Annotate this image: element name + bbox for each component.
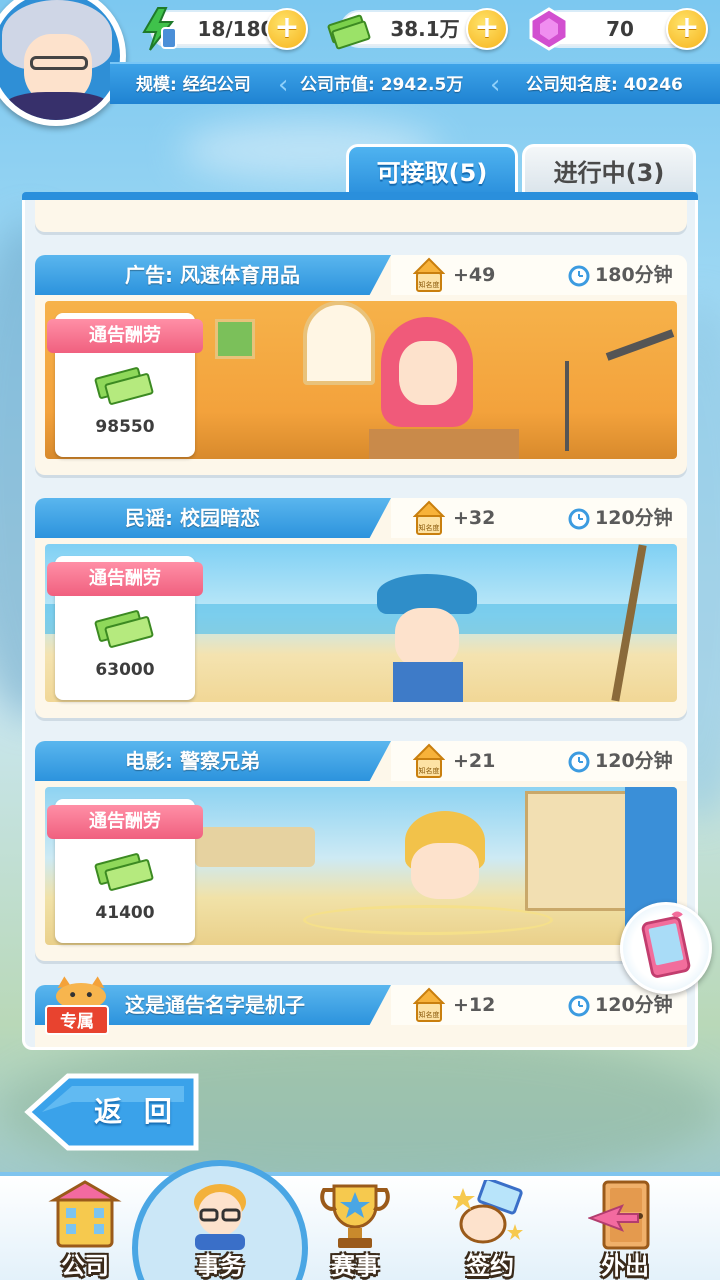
nav-affairs-label: 事务 (196, 1252, 244, 1280)
building-icon (48, 1180, 122, 1248)
phone-button[interactable] (620, 902, 712, 994)
contract-hand-icon (453, 1180, 523, 1244)
separator: ‹ (278, 70, 289, 100)
tab-available[interactable]: 可接取(5) (346, 144, 518, 196)
fame-house-icon: 知名度 (413, 257, 445, 292)
reward-amount: 41400 (95, 903, 155, 923)
company-scale: 规模: 经纪公司 (136, 75, 251, 95)
job-meta: 知名度 +12 120分钟 (391, 985, 687, 1025)
nav-outing[interactable]: 外出 (570, 1176, 680, 1280)
nav-company-label: 公司 (61, 1252, 109, 1280)
nav-sign-label: 签约 (466, 1252, 514, 1280)
nav-events[interactable]: 赛事 (300, 1176, 410, 1280)
reward-label: 通告酬劳 (47, 319, 203, 353)
svg-text:知名度: 知名度 (419, 1010, 440, 1019)
exclusive-badge: 专属 (45, 975, 117, 1039)
back-button[interactable]: 返 回 (24, 1072, 200, 1152)
list-item[interactable]: 民谣: 校园暗恋 知名度 +32 120分钟 通告酬劳 63000 (35, 498, 687, 718)
energy-counter: 18/180 + (142, 7, 308, 51)
fame-house-icon: 知名度 (413, 500, 445, 535)
svg-text:知名度: 知名度 (419, 523, 440, 532)
avatar[interactable] (0, 0, 126, 126)
reward-amount: 63000 (95, 660, 155, 680)
fame-house-icon: 知名度 (413, 743, 445, 778)
job-duration: 180分钟 (595, 264, 673, 286)
fame-gain: +21 (453, 750, 496, 772)
door-icon (588, 1180, 650, 1250)
svg-text:知名度: 知名度 (419, 280, 440, 289)
reward-box: 通告酬劳 98550 (47, 313, 203, 457)
add-energy-button[interactable]: + (266, 8, 308, 50)
money-counter: 38.1万 + (327, 8, 508, 50)
job-meta: 知名度 +21 120分钟 (391, 741, 687, 781)
tab-in-progress[interactable]: 进行中(3) (522, 144, 696, 196)
fame-gain: +49 (453, 264, 496, 286)
add-money-button[interactable]: + (466, 8, 508, 50)
trophy-icon (320, 1184, 390, 1248)
job-list[interactable]: 广告: 风速体育用品 知名度 +49 180分钟 通告酬劳 98550 民谣: … (22, 200, 698, 1050)
job-title: 这是通告名字是机子 (125, 993, 305, 1017)
job-title: 广告: 风速体育用品 (125, 263, 300, 287)
list-item[interactable] (35, 200, 687, 232)
job-duration: 120分钟 (595, 507, 673, 529)
alarm-clock-icon (568, 751, 590, 773)
reward-amount: 98550 (95, 417, 155, 437)
reward-box: 通告酬劳 41400 (47, 799, 203, 943)
fame-house-icon: 知名度 (413, 987, 445, 1022)
nav-affairs[interactable]: 事务 (165, 1176, 275, 1280)
pink-phone-icon (641, 911, 691, 978)
reward-label: 通告酬劳 (47, 805, 203, 839)
company-info-bar: 规模: 经纪公司 ‹ 公司市值: 2942.5万 ‹ 公司知名度: 40246 (110, 62, 720, 104)
alarm-clock-icon (568, 265, 590, 287)
fame-gain: +12 (453, 994, 496, 1016)
exclusive-tag: 专属 (45, 1005, 109, 1035)
reward-label: 通告酬劳 (47, 562, 203, 596)
job-title: 电影: 警察兄弟 (125, 749, 260, 773)
cash-icon (94, 367, 154, 405)
job-meta: 知名度 +32 120分钟 (391, 498, 687, 538)
alarm-clock-icon (568, 995, 590, 1017)
list-item[interactable]: 这是通告名字是机子 知名度 +12 120分钟 专属 (35, 976, 687, 1047)
job-title: 民谣: 校园暗恋 (125, 506, 260, 530)
cash-icon (94, 610, 154, 648)
job-meta: 知名度 +49 180分钟 (391, 255, 687, 295)
nav-company[interactable]: 公司 (30, 1176, 140, 1280)
nav-outing-label: 外出 (601, 1252, 649, 1280)
alarm-clock-icon (568, 508, 590, 530)
top-bar: 18/180 + 38.1万 + 70 + 规模: 经纪公司 ‹ 公司市值: 2… (0, 0, 720, 126)
back-label: 返 回 (94, 1095, 178, 1128)
list-item[interactable]: 广告: 风速体育用品 知名度 +49 180分钟 通告酬劳 98550 (35, 255, 687, 475)
nav-events-label: 赛事 (331, 1252, 379, 1280)
nav-sign[interactable]: 签约 (435, 1176, 545, 1280)
manager-icon (194, 1184, 246, 1250)
reward-box: 通告酬劳 63000 (47, 556, 203, 700)
svg-text:知名度: 知名度 (419, 766, 440, 775)
company-market-value: 公司市值: 2942.5万 (300, 75, 464, 95)
list-item[interactable]: 电影: 警察兄弟 知名度 +21 120分钟 通告酬劳 41400 (35, 741, 687, 961)
fame-gain: +32 (453, 507, 496, 529)
company-fame: 公司知名度: 40246 (526, 75, 683, 95)
job-duration: 120分钟 (595, 750, 673, 772)
add-gem-button[interactable]: + (666, 8, 708, 50)
cash-icon (94, 853, 154, 891)
gem-counter: 70 + (529, 7, 708, 51)
separator: ‹ (490, 70, 501, 100)
